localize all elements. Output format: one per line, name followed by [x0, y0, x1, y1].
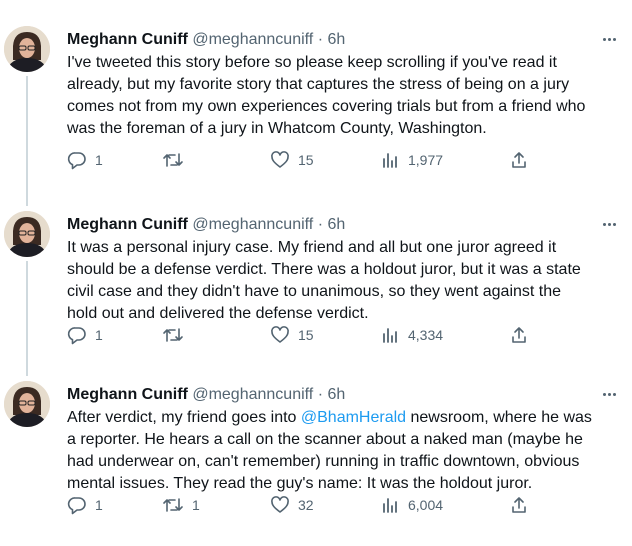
reply-button[interactable]: 1 — [67, 325, 103, 345]
views-count: 6,004 — [408, 497, 444, 513]
avatar[interactable] — [4, 381, 50, 427]
share-button[interactable] — [509, 150, 529, 170]
tweet-text-line: mental issues. They read the guy's name:… — [67, 475, 533, 492]
more-icon[interactable] — [598, 217, 620, 231]
reply-icon — [67, 497, 86, 515]
reply-icon — [67, 152, 86, 170]
like-count: 32 — [298, 497, 314, 513]
like-button[interactable]: 15 — [270, 325, 314, 345]
tweet-text-line: was the foreman of a jury in Whatcom Cou… — [67, 120, 487, 137]
reply-count: 1 — [95, 327, 103, 343]
retweet-icon — [163, 328, 183, 342]
tweet-actions: 1 15 1,977 — [67, 150, 632, 172]
reply-count: 1 — [95, 497, 103, 513]
reply-button[interactable]: 1 — [67, 495, 103, 515]
views-icon — [383, 153, 397, 168]
share-icon — [512, 497, 526, 513]
timestamp[interactable]: 6h — [327, 216, 345, 233]
separator-dot: · — [317, 216, 324, 233]
tweet-header: Meghann Cuniff @meghanncuniff · 6h — [67, 385, 592, 405]
tweet-text-line: civil case and they didn't have to unani… — [67, 283, 562, 300]
views-icon — [383, 328, 397, 343]
views-button[interactable]: 1,977 — [380, 150, 443, 170]
retweet-icon — [163, 153, 183, 167]
views-button[interactable]: 6,004 — [380, 495, 443, 515]
tweet-text-line: a reporter. He hears a call on the scann… — [67, 431, 583, 448]
tweet-text-line: hold out and delivered the defense verdi… — [67, 305, 369, 322]
author-handle[interactable]: @meghanncuniff — [192, 31, 313, 48]
tweet-text-line: I've tweeted this story before so please… — [67, 54, 557, 71]
views-count: 4,334 — [408, 327, 444, 343]
retweet-count: 1 — [192, 497, 200, 513]
retweet-button[interactable]: 1 — [162, 495, 200, 515]
tweet-text-line: already, but my favorite story that capt… — [67, 76, 570, 93]
views-button[interactable]: 4,334 — [380, 325, 443, 345]
like-count: 15 — [298, 327, 314, 343]
share-button[interactable] — [509, 495, 529, 515]
reply-button[interactable]: 1 — [67, 150, 103, 170]
like-icon — [271, 496, 289, 513]
tweet-thread: Meghann Cuniff @meghanncuniff · 6h I've … — [0, 0, 632, 546]
more-icon[interactable] — [598, 32, 620, 46]
author-handle[interactable]: @meghanncuniff — [192, 216, 313, 233]
avatar[interactable] — [4, 26, 50, 72]
tweet-text: I've tweeted this story before so please… — [67, 52, 627, 140]
tweet-actions: 1 15 4,334 — [67, 325, 632, 347]
tweet[interactable]: Meghann Cuniff @meghanncuniff · 6h It wa… — [0, 197, 632, 362]
timestamp[interactable]: 6h — [327, 386, 345, 403]
like-icon — [271, 151, 289, 168]
share-icon — [512, 327, 526, 343]
retweet-icon — [163, 498, 183, 512]
author-name[interactable]: Meghann Cuniff — [67, 31, 188, 48]
like-button[interactable]: 15 — [270, 150, 314, 170]
views-count: 1,977 — [408, 152, 444, 168]
author-name[interactable]: Meghann Cuniff — [67, 216, 188, 233]
avatar[interactable] — [4, 211, 50, 257]
tweet-header: Meghann Cuniff @meghanncuniff · 6h — [67, 30, 592, 50]
tweet-text-line: had underwear on, can't remember) runnin… — [67, 453, 580, 470]
tweet-text-segment: newsroom, where he was — [406, 409, 592, 426]
reply-count: 1 — [95, 152, 103, 168]
tweet-text-line: should be a defense verdict. There was a… — [67, 261, 581, 278]
share-button[interactable] — [509, 325, 529, 345]
views-icon — [383, 498, 397, 513]
tweet-text: After verdict, my friend goes into @Bham… — [67, 407, 627, 495]
share-icon — [512, 152, 526, 168]
author-handle[interactable]: @meghanncuniff — [192, 386, 313, 403]
like-button[interactable]: 32 — [270, 495, 314, 515]
separator-dot: · — [317, 31, 324, 48]
retweet-button[interactable] — [162, 150, 192, 170]
mention-link[interactable]: @BhamHerald — [301, 409, 406, 426]
tweet-text-line: After verdict, my friend goes into @Bham… — [67, 407, 627, 429]
tweet[interactable]: Meghann Cuniff @meghanncuniff · 6h I've … — [0, 12, 632, 187]
tweet[interactable]: Meghann Cuniff @meghanncuniff · 6h After… — [0, 367, 632, 542]
retweet-button[interactable] — [162, 325, 192, 345]
separator-dot: · — [317, 386, 324, 403]
author-name[interactable]: Meghann Cuniff — [67, 386, 188, 403]
tweet-text: It was a personal injury case. My friend… — [67, 237, 627, 325]
reply-icon — [67, 327, 86, 345]
tweet-header: Meghann Cuniff @meghanncuniff · 6h — [67, 215, 592, 235]
tweet-actions: 1 1 32 6,004 — [67, 495, 632, 517]
more-icon[interactable] — [598, 387, 620, 401]
timestamp[interactable]: 6h — [327, 31, 345, 48]
like-count: 15 — [298, 152, 314, 168]
like-icon — [271, 326, 289, 343]
tweet-text-segment: After verdict, my friend goes into — [67, 409, 301, 426]
tweet-text-line: It was a personal injury case. My friend… — [67, 239, 557, 256]
tweet-text-line: comes not from my own experiences coveri… — [67, 98, 586, 115]
